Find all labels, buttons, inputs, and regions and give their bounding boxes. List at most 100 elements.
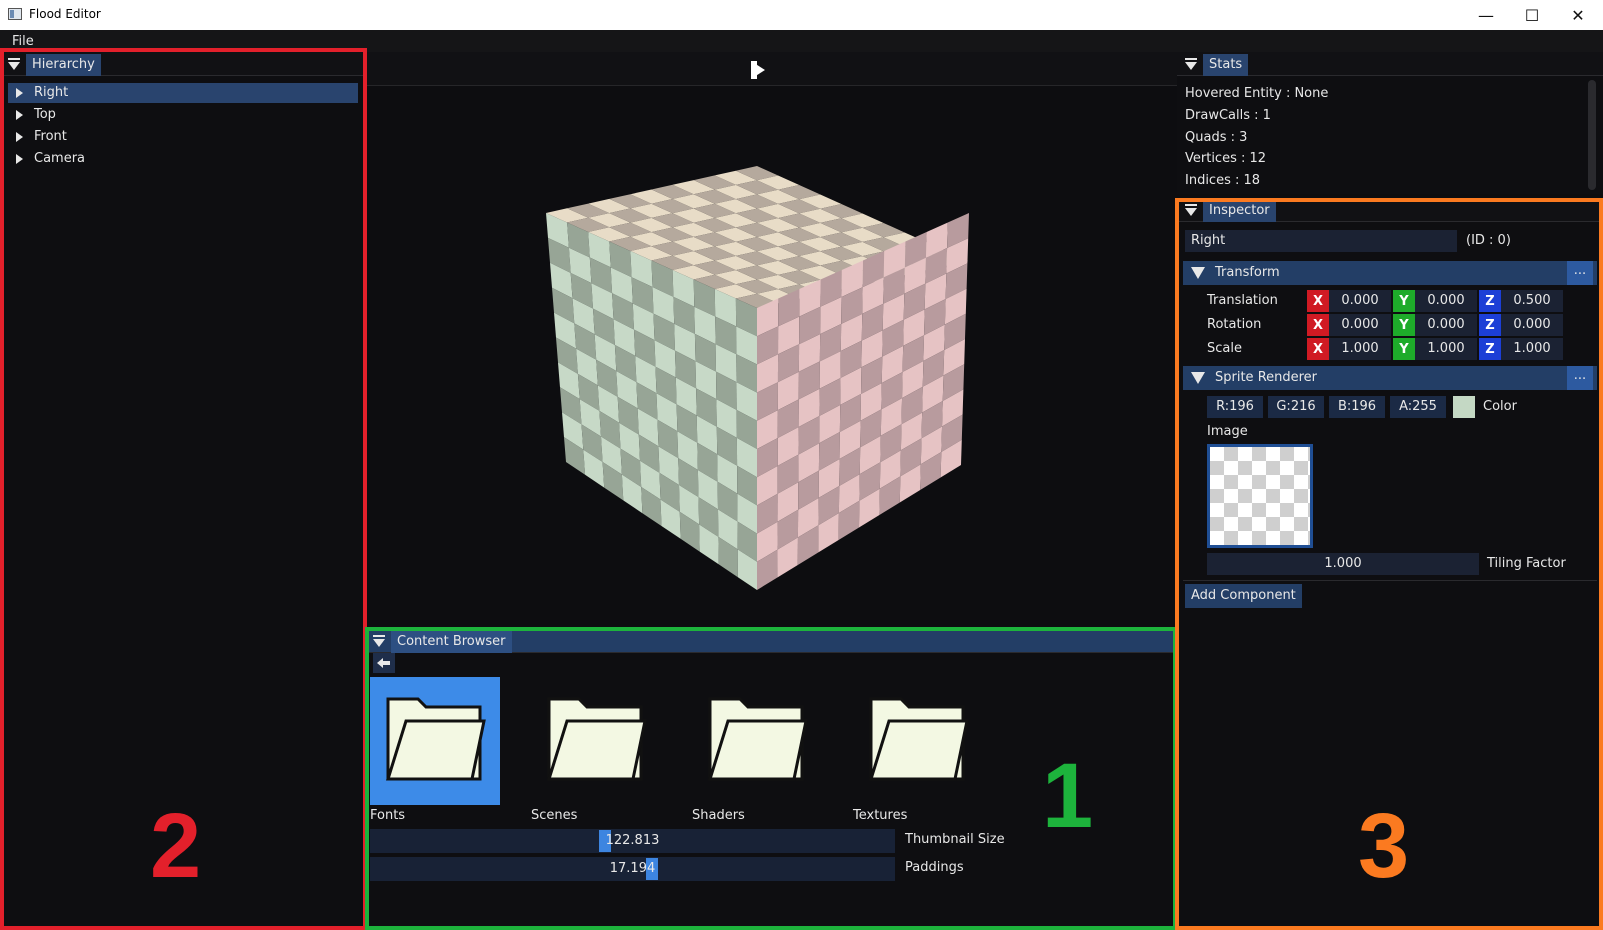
title-bar: Flood Editor — ☐ ✕ bbox=[0, 0, 1603, 30]
minimize-button[interactable]: — bbox=[1463, 0, 1509, 30]
axis-y-label[interactable]: Y bbox=[1393, 314, 1415, 336]
color-g-field[interactable]: G:216 bbox=[1268, 396, 1324, 418]
expand-arrow-icon[interactable] bbox=[16, 154, 23, 164]
transform-x-field[interactable]: 0.000 bbox=[1329, 290, 1391, 312]
hierarchy-tab[interactable]: Hierarchy bbox=[26, 54, 101, 76]
axis-x-label[interactable]: X bbox=[1307, 314, 1329, 336]
back-button[interactable] bbox=[373, 653, 395, 673]
tiling-factor-input[interactable]: 1.000 bbox=[1207, 553, 1479, 575]
sprite-renderer-title: Sprite Renderer bbox=[1215, 370, 1318, 385]
color-b-field[interactable]: B:196 bbox=[1329, 396, 1385, 418]
viewport-toolbar bbox=[365, 52, 1177, 86]
app-icon bbox=[8, 8, 22, 20]
sprite-more-button[interactable]: ... bbox=[1567, 366, 1593, 390]
play-icon[interactable] bbox=[749, 60, 767, 80]
tree-item-label: Camera bbox=[34, 151, 86, 166]
collapse-arrow-icon bbox=[1191, 267, 1205, 279]
folder-icon bbox=[385, 697, 486, 781]
transform-z-field[interactable]: 1.000 bbox=[1501, 338, 1563, 360]
checker-cube bbox=[546, 166, 969, 590]
stat-quads: Quads : 3 bbox=[1185, 130, 1248, 145]
transform-header[interactable]: Transform ... bbox=[1183, 261, 1597, 285]
transform-title: Transform bbox=[1215, 265, 1280, 280]
transform-y-field[interactable]: 1.000 bbox=[1415, 338, 1477, 360]
color-r-field[interactable]: R:196 bbox=[1207, 396, 1263, 418]
collapse-icon[interactable] bbox=[1185, 58, 1197, 70]
stats-tab[interactable]: Stats bbox=[1203, 54, 1249, 76]
axis-z-label[interactable]: Z bbox=[1479, 290, 1501, 312]
axis-x-label[interactable]: X bbox=[1307, 338, 1329, 360]
stat-vertices: Vertices : 12 bbox=[1185, 151, 1267, 166]
expand-arrow-icon[interactable] bbox=[16, 110, 23, 120]
transform-z-field[interactable]: 0.000 bbox=[1501, 314, 1563, 336]
transform-more-button[interactable]: ... bbox=[1567, 261, 1593, 285]
axis-y-label[interactable]: Y bbox=[1393, 338, 1415, 360]
maximize-button[interactable]: ☐ bbox=[1509, 0, 1555, 30]
slider-label: Thumbnail Size bbox=[905, 832, 1005, 847]
divider bbox=[1183, 580, 1597, 581]
window-title: Flood Editor bbox=[29, 7, 101, 21]
folder-icon bbox=[868, 697, 969, 781]
slider-value: 17.194 bbox=[609, 861, 656, 876]
folder-scenes[interactable] bbox=[531, 677, 661, 805]
back-arrow-icon bbox=[377, 658, 390, 668]
collapse-icon[interactable] bbox=[1185, 204, 1197, 216]
entity-name-input[interactable]: Right bbox=[1185, 230, 1457, 252]
transform-row-label: Rotation bbox=[1207, 317, 1262, 332]
color-a-field[interactable]: A:255 bbox=[1390, 396, 1446, 418]
inspector-header: Inspector bbox=[1177, 198, 1603, 222]
stats-header: Stats bbox=[1177, 52, 1603, 76]
content-browser-header: Content Browser bbox=[365, 629, 1177, 653]
image-thumbnail[interactable] bbox=[1207, 444, 1313, 548]
transform-x-field[interactable]: 0.000 bbox=[1329, 314, 1391, 336]
annotation-number-2: 2 bbox=[150, 795, 202, 897]
menu-bar: File bbox=[0, 30, 1603, 52]
axis-x-label[interactable]: X bbox=[1307, 290, 1329, 312]
stat-drawcalls: DrawCalls : 1 bbox=[1185, 108, 1271, 123]
tree-item-front[interactable]: Front bbox=[8, 127, 358, 147]
tree-item-label: Top bbox=[34, 107, 56, 122]
axis-z-label[interactable]: Z bbox=[1479, 338, 1501, 360]
tiling-factor-label: Tiling Factor bbox=[1487, 556, 1566, 571]
collapse-icon[interactable] bbox=[373, 635, 385, 647]
entity-id: (ID : 0) bbox=[1466, 233, 1511, 248]
collapse-arrow-icon bbox=[1191, 372, 1205, 384]
thumbnail-size-slider[interactable]: 122.813 bbox=[370, 829, 895, 853]
expand-arrow-icon[interactable] bbox=[16, 132, 23, 142]
inspector-tab[interactable]: Inspector bbox=[1203, 200, 1276, 222]
collapse-icon[interactable] bbox=[8, 58, 20, 70]
axis-y-label[interactable]: Y bbox=[1393, 290, 1415, 312]
folder-shaders[interactable] bbox=[692, 677, 822, 805]
transform-y-field[interactable]: 0.000 bbox=[1415, 314, 1477, 336]
folder-label: Shaders bbox=[692, 808, 745, 823]
color-swatch[interactable] bbox=[1453, 396, 1475, 418]
folder-textures[interactable] bbox=[853, 677, 983, 805]
menu-file[interactable]: File bbox=[12, 34, 34, 49]
paddings-slider[interactable]: 17.194 bbox=[370, 857, 895, 881]
slider-label: Paddings bbox=[905, 860, 964, 875]
content-browser-tab[interactable]: Content Browser bbox=[391, 631, 512, 653]
folder-fonts[interactable] bbox=[370, 677, 500, 805]
close-button[interactable]: ✕ bbox=[1555, 0, 1601, 30]
slider-value: 122.813 bbox=[605, 833, 660, 848]
tree-item-top[interactable]: Top bbox=[8, 105, 358, 125]
transform-y-field[interactable]: 0.000 bbox=[1415, 290, 1477, 312]
scene-viewport[interactable] bbox=[365, 52, 1177, 629]
stat-hovered-entity: Hovered Entity : None bbox=[1185, 86, 1329, 101]
transform-z-field[interactable]: 0.500 bbox=[1501, 290, 1563, 312]
stats-scrollbar[interactable] bbox=[1588, 80, 1596, 190]
axis-z-label[interactable]: Z bbox=[1479, 314, 1501, 336]
folder-label: Scenes bbox=[531, 808, 578, 823]
folder-icon bbox=[707, 697, 808, 781]
expand-arrow-icon[interactable] bbox=[16, 88, 23, 98]
sprite-renderer-header[interactable]: Sprite Renderer ... bbox=[1183, 366, 1597, 390]
folder-icon bbox=[546, 697, 647, 781]
tree-item-right[interactable]: Right bbox=[8, 83, 358, 103]
tree-item-camera[interactable]: Camera bbox=[8, 149, 358, 169]
tree-item-label: Front bbox=[34, 129, 67, 144]
stats-panel: Stats Hovered Entity : None DrawCalls : … bbox=[1177, 52, 1603, 194]
transform-row-label: Scale bbox=[1207, 341, 1242, 356]
add-component-button[interactable]: Add Component bbox=[1185, 584, 1302, 608]
transform-x-field[interactable]: 1.000 bbox=[1329, 338, 1391, 360]
transform-row-label: Translation bbox=[1207, 293, 1278, 308]
